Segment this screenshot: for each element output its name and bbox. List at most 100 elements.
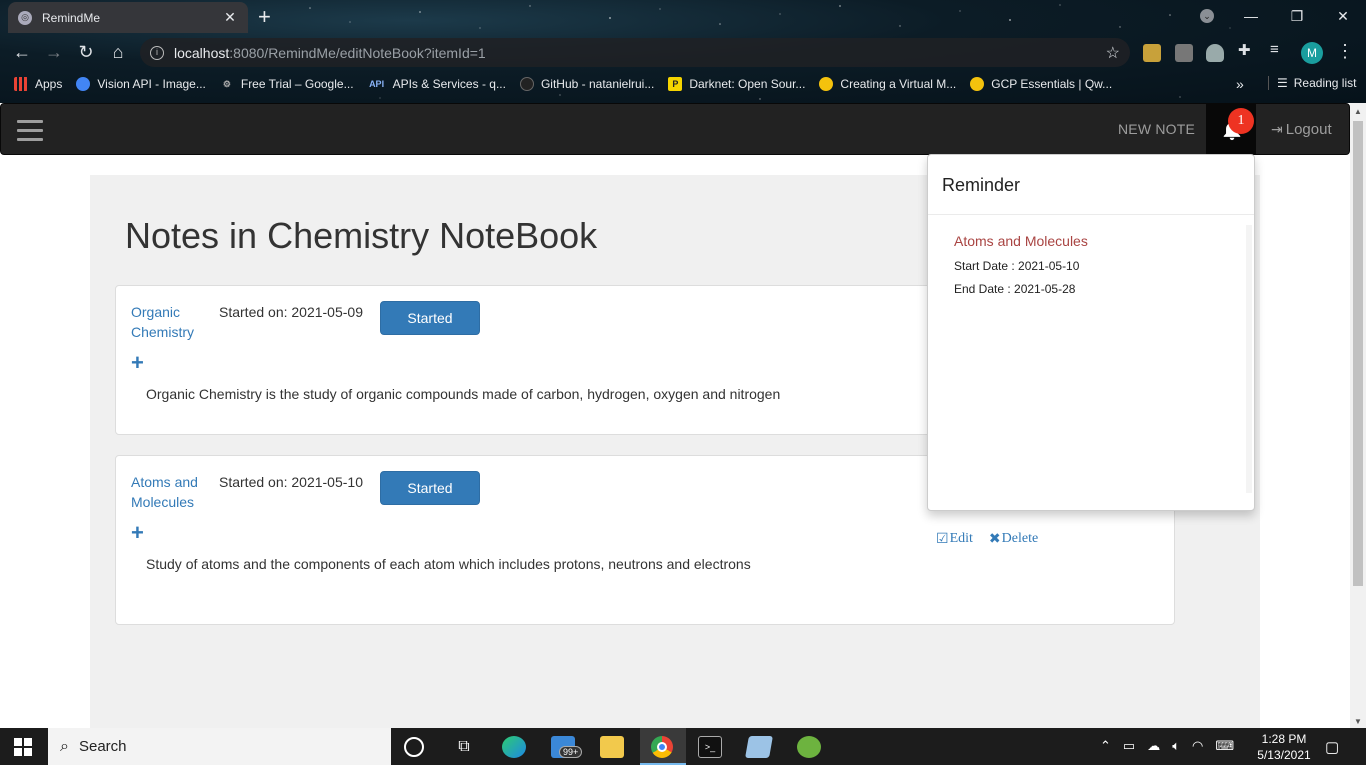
- spring-tool-icon[interactable]: [797, 736, 821, 758]
- forward-icon[interactable]: →: [43, 41, 65, 63]
- hamburger-menu-icon[interactable]: [17, 114, 43, 147]
- network-icon[interactable]: ☁: [1147, 738, 1160, 754]
- media-control-icon[interactable]: ≡: [1270, 41, 1288, 59]
- notepad-icon[interactable]: [745, 736, 773, 758]
- window-controls: — ❐ ✕: [1228, 0, 1366, 32]
- info-icon[interactable]: i: [150, 45, 164, 60]
- edit-button[interactable]: ☑ Edit: [936, 531, 973, 547]
- logout-link[interactable]: ⇥ Logout: [1271, 121, 1332, 138]
- popover-title: Reminder: [928, 155, 1254, 215]
- cortana-icon[interactable]: [404, 737, 424, 757]
- extension-icon[interactable]: [1143, 44, 1161, 62]
- bookmark-label: Free Trial – Google...: [240, 77, 354, 91]
- edit-icon: ☑: [936, 531, 949, 547]
- browser-chrome: ◎ RemindMe ✕ + ⌄ — ❐ ✕ ← → ↻ ⌂ i localho…: [0, 0, 1366, 103]
- url-host: localhost: [174, 44, 230, 61]
- extension-icon[interactable]: [1175, 44, 1193, 62]
- page-viewport: NEW NOTE 1 ⇥ Logout Notes in Chemistry N…: [0, 103, 1366, 728]
- terminal-icon[interactable]: >_: [698, 736, 722, 758]
- tab-search-icon[interactable]: ⌄: [1200, 9, 1214, 23]
- mail-badge: 99+: [559, 746, 583, 758]
- note-title-link[interactable]: Atoms and Molecules: [131, 472, 206, 512]
- bookmark-virtual-machine[interactable]: Creating a Virtual M...: [819, 77, 956, 91]
- scrollbar-thumb[interactable]: [1353, 121, 1363, 586]
- wifi-icon[interactable]: ◠: [1192, 738, 1203, 754]
- windows-start-icon[interactable]: [14, 738, 32, 756]
- popover-scrollbar[interactable]: [1246, 225, 1252, 493]
- darknet-icon: P: [668, 77, 683, 91]
- volume-icon[interactable]: 🔈︎: [1172, 738, 1180, 754]
- puzzle-icon[interactable]: ✚: [1238, 41, 1256, 59]
- chrome-taskbar-item[interactable]: [640, 728, 686, 765]
- bookmarks-overflow-icon[interactable]: »: [1236, 76, 1244, 92]
- bookmark-label: APIs & Services - q...: [392, 77, 506, 91]
- bookmark-label: Creating a Virtual M...: [840, 77, 957, 91]
- chevron-up-icon[interactable]: ⌃: [1100, 738, 1111, 754]
- url-path: :8080/RemindMe/editNoteBook?itemId=1: [229, 44, 486, 61]
- new-note-link[interactable]: NEW NOTE: [1118, 121, 1195, 137]
- page-title: Notes in Chemistry NoteBook: [125, 215, 598, 256]
- bookmark-label: Darknet: Open Sour...: [689, 77, 806, 91]
- expand-plus-icon[interactable]: +: [131, 352, 144, 374]
- bookmark-label: Apps: [35, 77, 63, 91]
- search-placeholder: Search: [78, 738, 127, 755]
- bookmark-apps[interactable]: Apps: [14, 77, 62, 91]
- file-explorer-icon[interactable]: [600, 736, 624, 758]
- logout-label: Logout: [1285, 121, 1332, 138]
- reminder-popover: Reminder Atoms and Molecules Start Date …: [927, 154, 1255, 511]
- note-started-date: Started on: 2021-05-10: [219, 474, 363, 490]
- clock-date: 5/13/2021: [1257, 748, 1311, 762]
- new-tab-button[interactable]: +: [258, 4, 271, 30]
- bookmark-star-icon[interactable]: ☆: [1106, 43, 1120, 63]
- logout-icon: ⇥: [1271, 121, 1283, 137]
- mail-icon[interactable]: 99+: [551, 736, 583, 758]
- bookmark-gcp-essentials[interactable]: GCP Essentials | Qw...: [970, 77, 1112, 91]
- reading-list-button[interactable]: ☰ Reading list: [1268, 76, 1356, 90]
- task-view-icon[interactable]: ⧉: [452, 736, 476, 758]
- restore-button[interactable]: ❐: [1274, 8, 1320, 25]
- scroll-up-icon[interactable]: ▲: [1354, 107, 1362, 116]
- avatar[interactable]: M: [1301, 42, 1323, 64]
- browser-tab[interactable]: ◎ RemindMe ✕: [8, 2, 248, 33]
- status-button[interactable]: Started: [380, 471, 480, 505]
- bookmark-darknet[interactable]: P Darknet: Open Sour...: [668, 77, 805, 91]
- browser-toolbar: ← → ↻ ⌂ i localhost:8080/RemindMe/editNo…: [0, 35, 1366, 69]
- edge-icon[interactable]: [502, 736, 526, 758]
- bookmark-free-trial[interactable]: ⚙ Free Trial – Google...: [220, 77, 354, 91]
- note-actions: ☑ Edit ✖ Delete: [936, 531, 1038, 547]
- taskbar-search-box[interactable]: ⌕ Search: [48, 728, 391, 765]
- home-icon[interactable]: ⌂: [107, 41, 129, 63]
- taskbar-clock[interactable]: 1:28 PM 5/13/2021: [1256, 731, 1312, 763]
- more-menu-icon[interactable]: ⋮: [1336, 41, 1354, 62]
- note-title-link[interactable]: Organic Chemistry: [131, 302, 206, 342]
- page-scrollbar[interactable]: ▲ ▼: [1350, 103, 1366, 728]
- minimize-button[interactable]: —: [1228, 8, 1274, 24]
- back-icon[interactable]: ←: [11, 41, 33, 63]
- expand-plus-icon[interactable]: +: [131, 522, 144, 544]
- clock-time: 1:28 PM: [1261, 732, 1307, 746]
- scroll-down-icon[interactable]: ▼: [1354, 717, 1362, 726]
- note-description: Study of atoms and the components of eac…: [146, 556, 751, 572]
- action-center-icon[interactable]: ▢: [1325, 738, 1339, 756]
- keyboard-icon[interactable]: ⌨: [1215, 738, 1234, 754]
- close-icon[interactable]: ✕: [222, 9, 238, 26]
- status-button[interactable]: Started: [380, 301, 480, 335]
- shield-icon[interactable]: [1206, 44, 1224, 62]
- battery-icon[interactable]: ▭: [1123, 738, 1135, 754]
- bookmark-vision-api[interactable]: Vision API - Image...: [76, 77, 206, 91]
- bookmark-label: GitHub - natanielrui...: [540, 77, 655, 91]
- edit-label: Edit: [949, 531, 973, 546]
- bookmark-apis-services[interactable]: API APIs & Services - q...: [368, 77, 506, 91]
- note-started-date: Started on: 2021-05-09: [219, 304, 363, 320]
- reading-list-label: Reading list: [1293, 76, 1357, 90]
- google-cloud-icon: [76, 77, 91, 91]
- reload-icon[interactable]: ↻: [75, 41, 97, 63]
- delete-button[interactable]: ✖ Delete: [989, 531, 1038, 547]
- address-bar[interactable]: i localhost:8080/RemindMe/editNoteBook?i…: [140, 38, 1130, 67]
- reminder-item-link[interactable]: Atoms and Molecules: [954, 233, 1088, 249]
- bookmark-label: Vision API - Image...: [97, 77, 206, 91]
- note-description: Organic Chemistry is the study of organi…: [146, 386, 781, 402]
- reminder-end-date: End Date : 2021-05-28: [954, 282, 1076, 296]
- close-window-button[interactable]: ✕: [1320, 8, 1366, 25]
- bookmark-github[interactable]: GitHub - natanielrui...: [519, 77, 655, 91]
